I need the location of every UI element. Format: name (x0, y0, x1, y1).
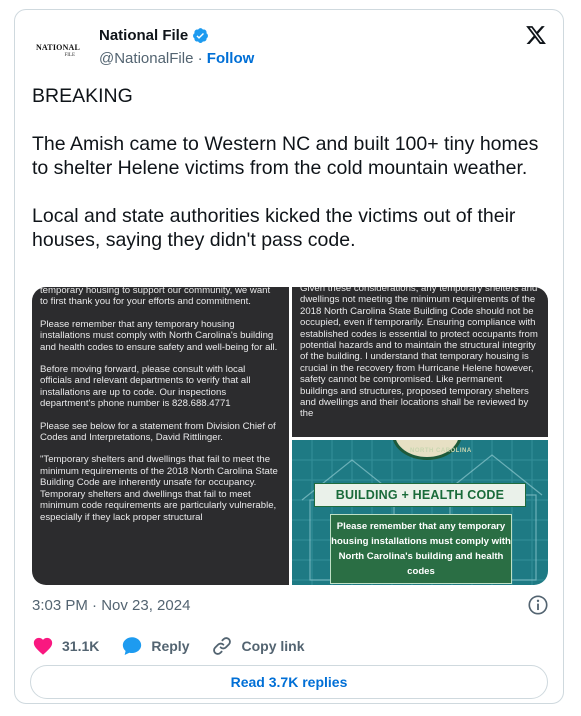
read-replies-button[interactable]: Read 3.7K replies (30, 665, 548, 699)
seal-caption: NORTH CAROLINA (410, 448, 472, 454)
statement-paragraph: Before moving forward, please consult wi… (40, 364, 251, 410)
follow-button[interactable]: Follow (207, 50, 255, 67)
statement-paragraph: "Temporary shelters and dwellings that f… (40, 454, 278, 523)
media-image-statement-right[interactable]: Given these considerations, any temporar… (292, 287, 548, 437)
copy-link-button[interactable]: Copy link (211, 635, 305, 657)
reply-bubble-icon (123, 637, 142, 655)
author-handle[interactable]: @NationalFile (99, 50, 193, 67)
statement-paragraph: Given these considerations, any temporar… (300, 287, 538, 420)
handle-row: @NationalFile · Follow (99, 50, 254, 67)
avatar-logo-subtext: FILE (64, 53, 75, 58)
author-name[interactable]: National File (99, 27, 209, 44)
copy-link-label: Copy link (241, 638, 305, 654)
tweet-actions: 31.1K Reply Copy link (32, 634, 327, 658)
like-button[interactable]: 31.1K (32, 635, 99, 657)
tweet-timestamp[interactable]: 3:03 PM · Nov 23, 2024 (32, 597, 190, 614)
like-count: 31.1K (62, 638, 100, 654)
link-icon (213, 637, 232, 655)
x-logo-icon[interactable] (525, 24, 547, 46)
avatar[interactable]: NATIONAL FILE (33, 26, 83, 76)
media-image-code-graphic[interactable]: NORTH CAROLINA BUILDING + HEALTH CODE Pl… (292, 440, 548, 585)
tweet-text: BREAKING The Amish came to Western NC an… (32, 85, 539, 251)
tweet-media-grid[interactable]: temporary housing to support our communi… (32, 287, 548, 585)
tweet-header: NATIONAL FILE National File @NationalFil… (15, 10, 563, 76)
author-name-text: National File (99, 27, 189, 44)
avatar-logo-text: NATIONAL (35, 43, 81, 52)
code-banner-body: Please remember that any temporary housi… (330, 514, 512, 584)
reply-label: Reply (151, 638, 190, 654)
info-icon[interactable] (527, 594, 549, 616)
statement-paragraph: Please see below for a statement from Di… (40, 420, 276, 444)
reply-button[interactable]: Reply (121, 635, 189, 657)
tweet-card: NATIONAL FILE National File @NationalFil… (14, 9, 564, 704)
verified-badge-icon (193, 28, 209, 43)
heart-icon (33, 637, 53, 655)
statement-paragraph: Please remember that any temporary housi… (40, 318, 278, 353)
handle-separator: · (193, 50, 207, 67)
statement-paragraph: temporary housing to support our communi… (40, 287, 271, 308)
media-image-statement-left[interactable]: temporary housing to support our communi… (32, 287, 289, 585)
code-banner-title: BUILDING + HEALTH CODE (314, 483, 526, 507)
